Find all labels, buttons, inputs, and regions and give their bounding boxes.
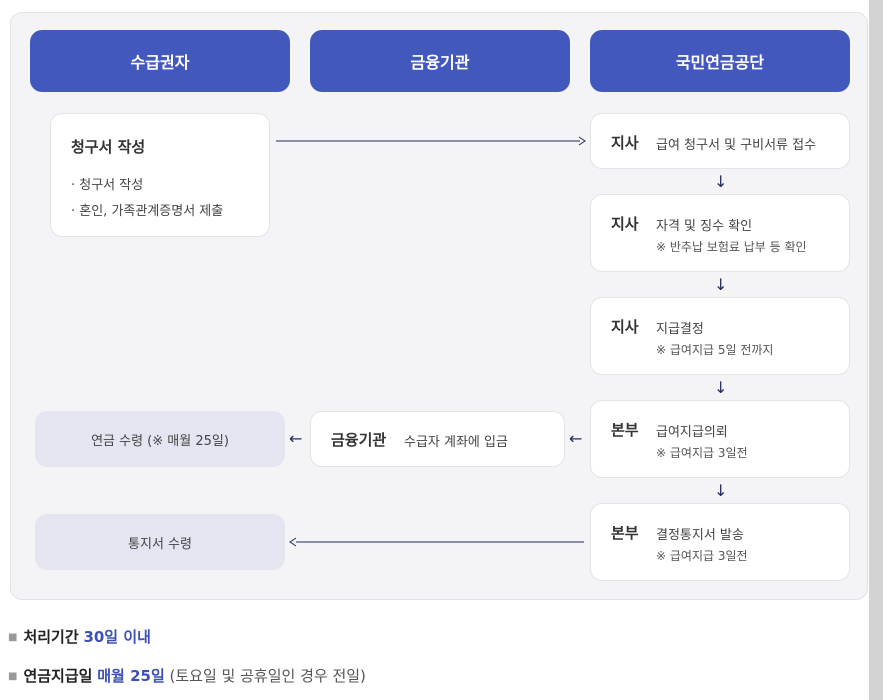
down-arrow-icon: ↓ xyxy=(714,275,728,294)
connector-lines xyxy=(276,136,586,547)
bullet-icon: ■ xyxy=(8,632,18,643)
notice-arrowhead xyxy=(289,537,297,547)
down-arrow-icon: ↓ xyxy=(714,378,728,397)
bullet-icon: ■ xyxy=(8,671,18,682)
period-label: 처리기간 xyxy=(23,628,79,646)
payday-label: 연금지급일 xyxy=(23,667,93,685)
payday-note: (토요일 및 공휴일인 경우 전일) xyxy=(169,667,366,685)
down-arrow-icon: ↓ xyxy=(714,481,728,500)
payday-value: 매월 25일 xyxy=(97,667,165,685)
left-arrow-icon: ← xyxy=(569,429,583,448)
payday-line: ■ 연금지급일 매월 25일 (토요일 및 공휴일인 경우 전일) xyxy=(8,665,366,686)
left-arrow-icon: ← xyxy=(289,429,303,448)
period-value: 30일 이내 xyxy=(83,628,151,646)
processing-period-line: ■ 처리기간 30일 이내 xyxy=(8,626,151,647)
down-arrow-icon: ↓ xyxy=(714,172,728,191)
